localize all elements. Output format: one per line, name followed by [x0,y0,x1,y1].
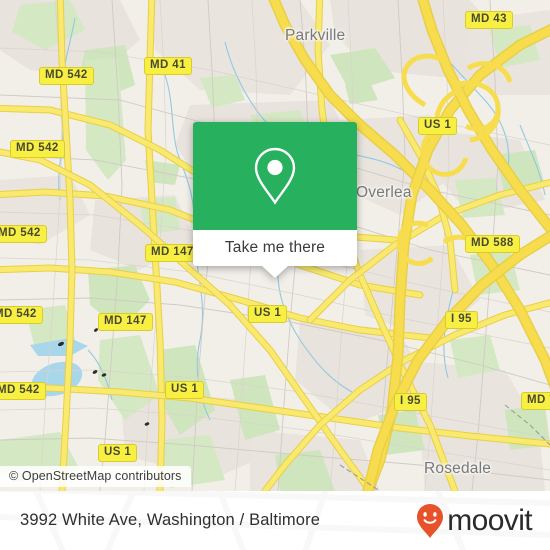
address-label: 3992 White Ave, Washington / Baltimore [20,511,321,529]
road-shield: US 1 [165,381,205,399]
road-shield: MD 542 [0,225,47,243]
road-shield: I 95 [445,311,478,329]
place-label-rosedale: Rosedale [424,460,492,477]
moovit-wordmark: moovit [447,503,532,537]
osm-attribution[interactable]: © OpenStreetMap contributors [0,466,191,487]
moovit-logo: moovit [416,503,533,539]
road-shield: I 95 [394,393,427,411]
road-shield: US 1 [98,444,138,462]
map-canvas[interactable]: .land{fill:#f2efe9} .resid{fill:#e9e3dd}… [0,0,550,491]
road-shield: MD 147 [98,313,153,331]
road-shield: MD 542 [0,306,43,324]
road-shield: MD 7 [521,392,550,410]
road-shield: MD 43 [465,11,513,29]
place-label-overlea: Overlea [356,184,412,201]
take-me-there-label: Take me there [224,239,326,256]
footer-bar: 3992 White Ave, Washington / Baltimore m… [0,491,550,550]
road-shield: US 1 [418,117,458,135]
road-shield: MD 542 [39,67,94,85]
moovit-pin-icon [417,503,444,538]
road-shield: US 1 [248,305,288,323]
road-shield: MD 147 [145,244,200,262]
place-label-parkville: Parkville [285,27,346,44]
road-shield: MD 542 [0,382,46,400]
road-shield: MD 41 [144,57,192,75]
map-screen: .land{fill:#f2efe9} .resid{fill:#e9e3dd}… [0,0,550,550]
take-me-there-callout[interactable]: Take me there [193,122,357,278]
road-shield: MD 588 [465,235,520,253]
callout-header [193,122,357,230]
road-shield: MD 542 [10,140,65,158]
callout-action-bar[interactable]: Take me there [193,230,357,266]
map-pin-icon [254,147,296,205]
callout-tail [262,266,288,278]
